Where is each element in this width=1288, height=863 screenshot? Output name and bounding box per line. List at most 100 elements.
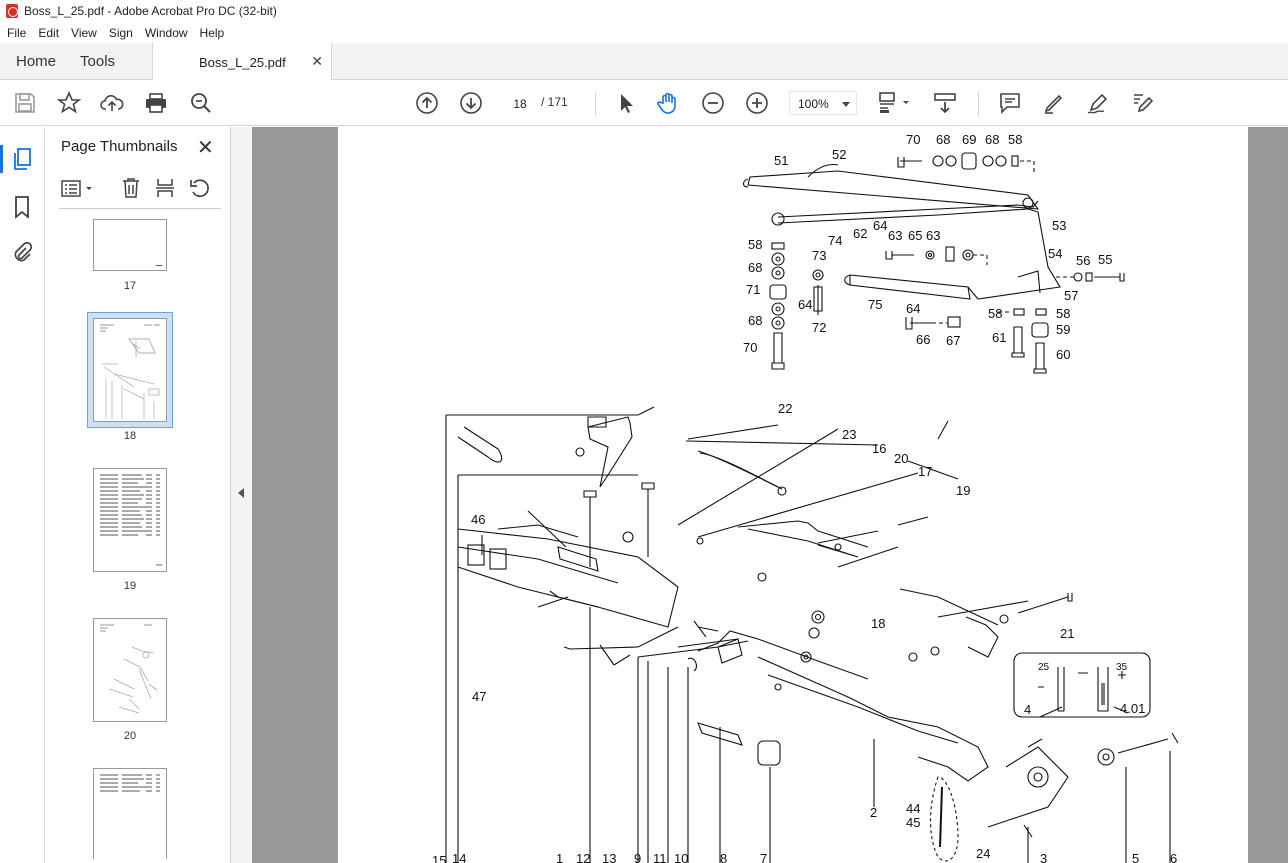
menu-file[interactable]: File (0, 26, 31, 40)
part-label: 35 (1116, 662, 1128, 673)
chevron-down-icon (842, 102, 850, 107)
extract-icon[interactable] (155, 177, 175, 204)
menu-help[interactable]: Help (193, 26, 230, 40)
sign-icon[interactable] (1086, 91, 1110, 115)
document-tab-title: Boss_L_25.pdf (199, 54, 286, 70)
part-label: 66 (916, 332, 930, 347)
part-label: 12 (576, 851, 590, 863)
part-label: 24 (976, 846, 990, 861)
acrobat-app-icon (6, 4, 18, 18)
comment-icon[interactable] (998, 91, 1022, 115)
page-number-input[interactable]: 18 (501, 92, 539, 114)
part-label: 75 (868, 297, 882, 312)
menu-sign[interactable]: Sign (102, 26, 138, 40)
delete-icon[interactable] (121, 177, 141, 204)
part-label: 70 (906, 132, 920, 147)
part-label: 23 (842, 427, 856, 442)
upload-icon[interactable] (100, 91, 124, 115)
part-label: 72 (812, 320, 826, 335)
page-total: / 171 (541, 95, 568, 109)
thumbnail-label: 18 (123, 430, 137, 442)
print-icon[interactable] (144, 91, 168, 115)
highlight-icon[interactable] (1042, 91, 1066, 115)
part-label: 58 (748, 237, 762, 252)
part-label: 51 (774, 153, 788, 168)
thumbnail-page-18[interactable] (93, 318, 167, 422)
search-icon[interactable] (189, 91, 213, 115)
close-tab-icon[interactable]: ✕ (311, 53, 323, 70)
page-thumbnails-icon[interactable] (12, 147, 34, 176)
menu-edit[interactable]: Edit (31, 26, 64, 40)
part-label: 13 (602, 851, 616, 863)
select-arrow-icon[interactable] (614, 91, 638, 115)
left-rail (0, 127, 45, 863)
part-label: 73 (812, 248, 826, 263)
panel-collapse-handle[interactable] (231, 127, 252, 863)
part-label: 57 (1064, 288, 1078, 303)
collapse-arrow-icon (238, 488, 244, 498)
thumbnail-options-icon[interactable] (61, 179, 95, 204)
zoom-select[interactable]: 100% (789, 91, 857, 115)
save-icon[interactable] (13, 91, 37, 115)
zoom-out-icon[interactable] (701, 91, 725, 115)
thumbnails-panel: Page Thumbnails ✕ 17 18 19 20 (45, 127, 268, 863)
part-label: 6 (1170, 851, 1177, 863)
part-label: 68 (748, 313, 762, 328)
next-page-icon[interactable] (459, 91, 483, 115)
part-label: 14 (452, 851, 466, 863)
part-label: 47 (472, 689, 486, 704)
part-label: 58 (1008, 132, 1022, 147)
tab-home[interactable]: Home (0, 43, 70, 80)
zoom-in-icon[interactable] (745, 91, 769, 115)
part-label: 63 (926, 228, 940, 243)
part-label: 17 (918, 464, 932, 479)
part-label: 56 (1076, 253, 1090, 268)
menu-view[interactable]: View (64, 26, 102, 40)
part-label: 53 (1052, 218, 1066, 233)
tab-tools[interactable]: Tools (70, 43, 129, 80)
title-bar: Boss_L_25.pdf - Adobe Acrobat Pro DC (32… (0, 0, 1288, 22)
part-label: 74 (828, 233, 842, 248)
part-label: 58 (988, 306, 1002, 321)
thumbnail-page-17[interactable] (93, 219, 167, 271)
part-label: 22 (778, 401, 792, 416)
part-label: 55 (1098, 252, 1112, 267)
scroll-mode-icon[interactable] (933, 91, 957, 115)
part-label: 64 (873, 218, 887, 233)
menu-bar: File Edit View Sign Window Help (0, 22, 1288, 43)
thumbnail-page-20[interactable] (93, 618, 167, 722)
part-label: 67 (946, 333, 960, 348)
tab-document[interactable]: Boss_L_25.pdf ✕ (152, 43, 332, 81)
part-label: 10 (674, 851, 688, 863)
part-label: 9 (634, 851, 641, 863)
window-title: Boss_L_25.pdf - Adobe Acrobat Pro DC (32… (24, 4, 277, 18)
part-label: 11 (653, 851, 667, 863)
thumbnail-page-19[interactable] (93, 468, 167, 572)
part-label: 69 (962, 132, 976, 147)
edit-icon[interactable] (1130, 91, 1154, 115)
thumbnails-title: Page Thumbnails (61, 138, 178, 155)
thumbnail-page-21[interactable] (93, 768, 167, 859)
part-label: 68 (985, 132, 999, 147)
fit-page-icon[interactable] (877, 91, 913, 115)
rotate-icon[interactable] (189, 177, 211, 204)
thumbnail-label: 17 (123, 280, 137, 292)
hand-icon[interactable] (656, 91, 680, 115)
part-label: 71 (746, 282, 760, 297)
prev-page-icon[interactable] (415, 91, 439, 115)
bookmark-icon[interactable] (12, 195, 32, 224)
close-icon[interactable]: ✕ (197, 135, 214, 160)
part-label: 8 (720, 851, 727, 863)
attachment-icon[interactable] (12, 241, 33, 270)
part-label: 16 (872, 441, 886, 456)
part-label: 20 (894, 451, 908, 466)
star-icon[interactable] (56, 90, 82, 115)
thumbnail-label: 20 (123, 730, 137, 742)
part-label: 52 (832, 147, 846, 162)
part-label: 5 (1132, 851, 1139, 863)
document-view[interactable]: 70 68 69 68 58 51 52 53 58 74 62 64 63 6… (252, 127, 1288, 863)
part-label: 61 (992, 330, 1006, 345)
part-label: 62 (853, 226, 867, 241)
menu-window[interactable]: Window (138, 26, 193, 40)
part-label: 59 (1056, 322, 1070, 337)
